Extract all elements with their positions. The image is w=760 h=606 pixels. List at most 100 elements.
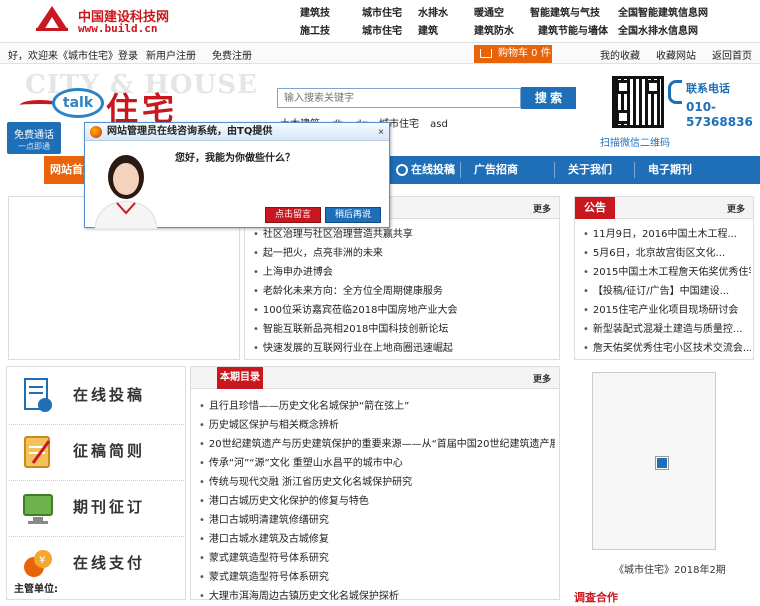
nav-divider [460, 162, 461, 178]
my-favorites-link[interactable]: 我的收藏 [600, 47, 640, 62]
site-logo[interactable] [34, 4, 70, 32]
editor-label: 主管单位: [14, 584, 58, 595]
site-url: www.build.cn [78, 22, 158, 35]
notice-more-link[interactable]: 更多 [727, 202, 745, 215]
register-link[interactable]: 新用户注册 [146, 47, 196, 62]
nav-label: 电子期刊 [648, 163, 692, 176]
search-input[interactable] [277, 88, 521, 108]
news-list: 社区治理与社区治理营造共赢共享 起一把火，点亮非洲的未来 上海申办进博会 老龄化… [253, 225, 458, 358]
service-guidelines[interactable]: 征稿简则 [9, 425, 184, 481]
topnav-link[interactable]: 水排水 [418, 4, 448, 19]
issue-item[interactable]: 港口古城历史文化保护的修复与特色 [199, 492, 555, 511]
submit-icon [396, 164, 408, 176]
nav-label: 关于我们 [568, 163, 612, 176]
issue-tab[interactable]: 本期目录 [217, 367, 263, 389]
issue-item[interactable]: 传统与现代交融 浙江省历史文化名城保护研究 [199, 473, 555, 492]
nav-about[interactable]: 关于我们 [562, 156, 612, 184]
issue-item[interactable]: 且行且珍惜——历史文化名城保护“箭在弦上” [199, 397, 555, 416]
notice-item[interactable]: 5月6日，北京故宫街区文化... [583, 244, 751, 263]
issue-panel: 本期目录 更多 且行且珍惜——历史文化名城保护“箭在弦上” 历史城区保护与相关概… [190, 366, 560, 602]
notice-item[interactable]: 詹天佑奖优秀住宅小区技术交流会... [583, 339, 751, 358]
topnav-link[interactable]: 城市住宅 [362, 22, 402, 37]
issue-panel-header: 本期目录 更多 [191, 367, 559, 389]
coop-tab[interactable]: 调査合作 [574, 589, 640, 604]
phone-line: 57368836 [686, 115, 753, 129]
issue-item[interactable]: 港口古城水建筑及古城修复 [199, 530, 555, 549]
login-link[interactable]: 登录 [118, 47, 138, 62]
free-register-link[interactable]: 免费注册 [212, 47, 252, 62]
topnav-link[interactable]: 建筑节能与墙体 [538, 22, 608, 37]
coins-icon: ¥ [24, 550, 52, 577]
chat-popup[interactable]: 网站管理员在线咨询系统，由TQ提供 × 您好，我能为你做些什么？ 点击留言 稍后… [84, 122, 390, 229]
issue-item[interactable]: 传承“河”“源”文化 重塑山水昌平的城市中心 [199, 454, 555, 473]
nav-ads[interactable]: 广告招商 [468, 156, 518, 184]
news-item[interactable]: 老龄化未来方向：全方位全周期健康服务 [253, 282, 457, 301]
topnav-link[interactable]: 城市住宅 [362, 4, 402, 19]
magazine-cover[interactable] [592, 372, 716, 550]
topnav-link[interactable]: 全国智能建筑信息网 [618, 4, 708, 19]
service-label: 在线支付 [73, 554, 146, 572]
news-item[interactable]: 起一把火，点亮非洲的未来 [253, 244, 457, 263]
notice-panel-header: 公告 更多 [575, 197, 753, 219]
topnav-link[interactable]: 全国水排水信息网 [618, 22, 698, 37]
free-call-button[interactable]: 免费通话 一点即通 [7, 122, 61, 154]
service-label: 在线投稿 [73, 386, 146, 404]
chat-header: 网站管理员在线咨询系统，由TQ提供 [85, 123, 389, 141]
news-more-link[interactable]: 更多 [533, 202, 551, 215]
issue-item[interactable]: 20世纪建筑遗产与历史建筑保护的重要来源——从“首届中国20世纪建筑遗产展”说起 [199, 435, 555, 454]
news-item[interactable]: 智能互联新品亮相2018中国科技创新论坛 [253, 320, 457, 339]
topnav-link[interactable]: 施工技 [300, 22, 330, 37]
close-icon[interactable]: × [375, 126, 387, 138]
qr-label: 扫描微信二维码 [600, 138, 670, 149]
free-call-label: 免费通话 [14, 130, 54, 141]
notice-item[interactable]: 2015住宅产业化项目现场研讨会 [583, 301, 751, 320]
topnav-link[interactable]: 建筑防水 [474, 22, 514, 37]
hot-keyword[interactable]: asd [430, 119, 448, 130]
phone-line: 010- [686, 100, 717, 114]
news-item[interactable]: 上海申办进博会 [253, 263, 457, 282]
nav-label: 广告招商 [474, 163, 518, 176]
service-label: 期刊征订 [73, 498, 146, 516]
notice-item[interactable]: 11月9日，2016中国土木工程... [583, 225, 751, 244]
free-call-sub: 一点即通 [18, 142, 50, 151]
cart-icon [480, 48, 492, 58]
document-edit-icon [24, 378, 52, 412]
search-button[interactable]: 搜 索 [521, 87, 576, 109]
services-panel: 在线投稿 征稿简则 期刊征订 ¥ 在线支付 [6, 366, 186, 600]
collect-site-link[interactable]: 收藏网站 [656, 47, 696, 62]
topnav-link[interactable]: 暖通空 [474, 4, 504, 19]
magazine-caption[interactable]: 《城市住宅》2018年2期 [614, 561, 726, 576]
issue-item[interactable]: 蒙式建筑造型符号体系研究 [199, 568, 555, 587]
service-label: 征稿简则 [73, 442, 146, 460]
service-submit[interactable]: 在线投稿 [9, 369, 184, 425]
topnav-link[interactable]: 智能建筑与气技 [530, 4, 600, 19]
notice-item[interactable]: 新型装配式混凝土建造与质量控... [583, 320, 751, 339]
cart-button[interactable]: 购物车 0 件 [474, 45, 552, 63]
login-bar: 好，欢迎来《城市住宅》 登录 新用户注册 免费注册 购物车 0 件 我的收藏 收… [0, 42, 760, 64]
issue-more-link[interactable]: 更多 [533, 372, 551, 385]
issue-item[interactable]: 大理市洱海周边古镇历史文化名城保护探析 [199, 587, 555, 606]
topnav-link[interactable]: 建筑 [418, 22, 438, 37]
issue-item[interactable]: 蒙式建筑造型符号体系研究 [199, 549, 555, 568]
greeting-text: 好，欢迎来《城市住宅》 [8, 51, 118, 62]
nav-submit[interactable]: 在线投稿 [390, 156, 455, 184]
service-subscribe[interactable]: 期刊征订 [9, 481, 184, 537]
news-item[interactable]: 100位采访嘉宾莅临2018中国房地产业大会 [253, 301, 458, 320]
issue-item[interactable]: 历史城区保护与相关概念辨析 [199, 416, 555, 435]
svg-text:¥: ¥ [39, 555, 45, 566]
issue-item[interactable]: 港口古城明清建筑修缮研究 [199, 511, 555, 530]
notice-tab[interactable]: 公告 [575, 197, 615, 219]
notice-item[interactable]: 【投稿/征订/广告】中国建设... [583, 282, 751, 301]
nav-home[interactable]: 网站首页 [44, 156, 94, 184]
notice-list: 11月9日，2016中国土木工程... 5月6日，北京故宫街区文化... 201… [583, 225, 751, 358]
monitor-icon [23, 494, 53, 524]
home-link[interactable]: 返回首页 [712, 47, 752, 62]
notice-item[interactable]: 2015中国土木工程詹天佑奖优秀住宅... [583, 263, 751, 282]
later-button[interactable]: 稍后再说 [325, 207, 381, 223]
tq-logo-icon [90, 126, 102, 138]
topnav-link[interactable]: 建筑技 [300, 4, 330, 19]
leave-message-button[interactable]: 点击留言 [265, 207, 321, 223]
nav-ejournal[interactable]: 电子期刊 [642, 156, 692, 184]
news-item[interactable]: 快速发展的互联网行业在上地商圈迅速崛起 [253, 339, 457, 358]
phone-number: 010- 57368836 [686, 100, 753, 130]
